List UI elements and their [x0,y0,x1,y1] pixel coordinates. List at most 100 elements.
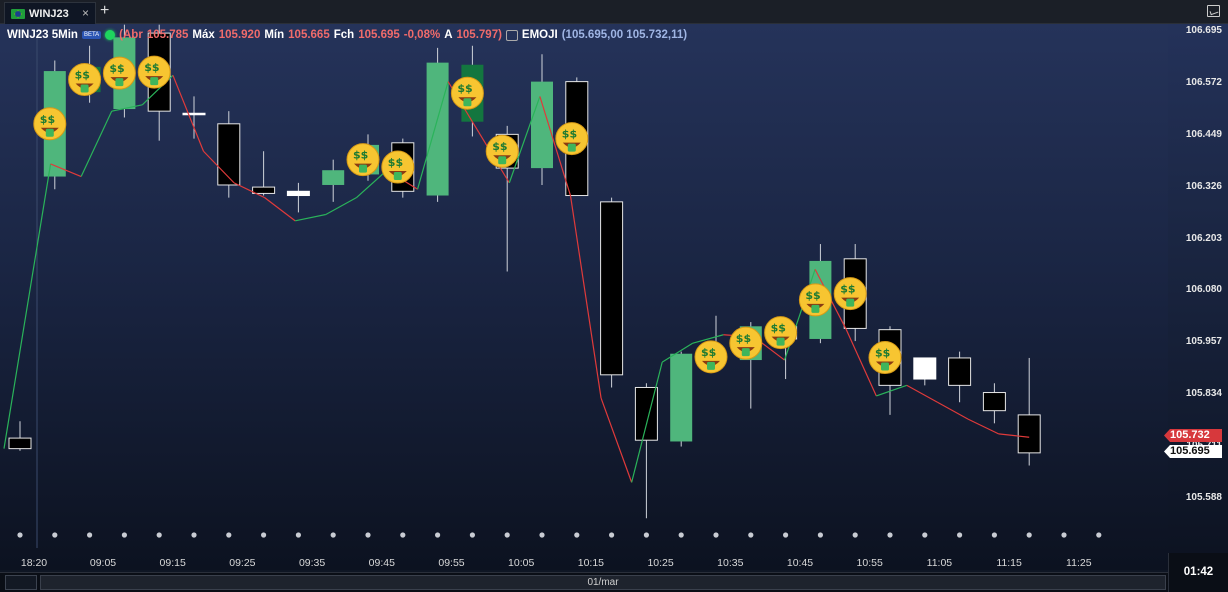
live-status-icon [105,30,116,40]
candle-body [600,201,624,376]
session-dot [226,532,232,538]
scroll-track[interactable]: 01/mar [40,575,1166,590]
time-tick-label: 10:45 [786,557,814,569]
money-face-emoji-icon: $$ [33,107,67,141]
session-dot [17,532,23,538]
indicator-line-segment [937,401,969,420]
session-dot [1096,532,1102,538]
money-face-emoji-icon: $$ [102,56,136,90]
low-label: Mín [264,29,285,41]
price-tick-label: 106.326 [1185,180,1222,192]
time-tick-label: 10:15 [577,557,605,569]
session-dot [1061,532,1067,538]
session-dot [1026,532,1032,538]
candle-body [426,62,449,196]
price-tick-label: 106.695 [1185,25,1222,36]
session-dot [435,532,441,538]
svg-text:$$: $$ [805,289,820,302]
candle-body [322,170,345,185]
time-tick-label: 11:25 [1066,557,1092,569]
candle-body [217,123,241,186]
scroll-bar: 01/mar [0,572,1168,592]
session-dot [643,532,650,538]
indicator-values: (105.695,00 105.732,11) [561,29,688,41]
price-tick-label: 105.957 [1185,336,1222,348]
time-tick-label: 09:45 [368,557,395,569]
candle-body [1017,414,1041,454]
indicator-line-segment [3,163,52,449]
session-dot [539,532,545,538]
open-label: (Abr [119,29,143,41]
session-dot [609,532,615,538]
time-tick-label: 09:35 [298,557,326,569]
candlestick-chart[interactable]: $$ $$ $$ $$ $$ $$ $$ $$ $$ $$ $$ $$ $$ $$ $$ [0,0,1228,572]
money-face-emoji-icon: $$ [729,326,763,360]
session-dot [922,532,928,538]
svg-text:$$: $$ [40,113,55,126]
session-dot [191,532,197,538]
time-tick-label: 11:05 [926,557,953,569]
candle-body [252,186,276,194]
session-dot [156,532,162,538]
time-tick-label: 09:25 [229,557,256,569]
candle-body [182,112,206,116]
time-tick-label: 18:20 [20,557,48,569]
time-tick-label: 10:05 [508,557,535,569]
price-tick-label: 106.080 [1185,284,1222,296]
session-dot [261,532,267,538]
session-dot [887,532,893,538]
svg-text:$$: $$ [840,283,855,296]
price-tick-label: 106.203 [1185,232,1222,244]
close-label: Fch [333,29,355,41]
time-tick-label: 11:15 [996,557,1022,569]
indicator-line-segment [264,197,296,222]
money-face-emoji-icon: $$ [764,316,798,350]
price-tick-label: 106.572 [1185,76,1222,88]
a-label: A [444,29,453,41]
money-face-emoji-icon: $$ [798,283,832,317]
session-dot [469,532,475,538]
session-dot [713,532,719,538]
indicator-settings-icon[interactable] [505,29,518,41]
indicator-line-segment [876,384,908,397]
session-dot [574,532,580,538]
money-face-emoji-icon: $$ [833,277,867,311]
beta-badge: BETA [81,31,102,39]
indicator-line-segment [600,397,633,483]
a-value: 105.797) [456,29,502,41]
candle-body [531,81,553,169]
session-dot [783,532,789,538]
indicator-line-segment [569,195,602,399]
candle-body [982,392,1006,412]
session-dot [52,532,58,538]
price-tick-label: 105.834 [1185,388,1222,400]
session-dot [87,532,93,538]
session-dot [295,532,301,538]
session-dot [817,532,824,538]
money-face-emoji-icon: $$ [868,341,902,375]
session-dot [504,532,510,538]
price-tick-label: 106.449 [1185,128,1222,140]
session-dot [957,532,963,538]
time-tick-label: 10:55 [856,557,883,569]
price-tick-label: 105.588 [1185,492,1222,503]
session-dot [400,532,406,538]
svg-text:$$: $$ [875,347,890,360]
time-tick-label: 09:05 [89,557,117,569]
indicator-line-segment [325,197,357,216]
session-dot [121,532,127,538]
indicator-line-segment [906,384,938,403]
session-dot [678,532,684,538]
open-value: 105.785 [146,29,189,41]
scroll-left-area[interactable] [5,575,37,590]
indicator-price-tag: 105.732 [1164,429,1222,442]
money-face-emoji-icon: $$ [694,340,728,374]
svg-text:$$: $$ [353,149,368,162]
money-face-emoji-icon: $$ [68,63,102,97]
indicator-name: EMOJI [521,29,558,41]
session-dot [365,532,371,538]
chart-legend: WINJ23 5Min BETA (Abr 105.785 Máx 105.92… [7,27,687,43]
svg-text:$$: $$ [144,61,159,74]
money-face-emoji-icon: $$ [485,134,519,168]
svg-text:$$: $$ [492,140,507,153]
